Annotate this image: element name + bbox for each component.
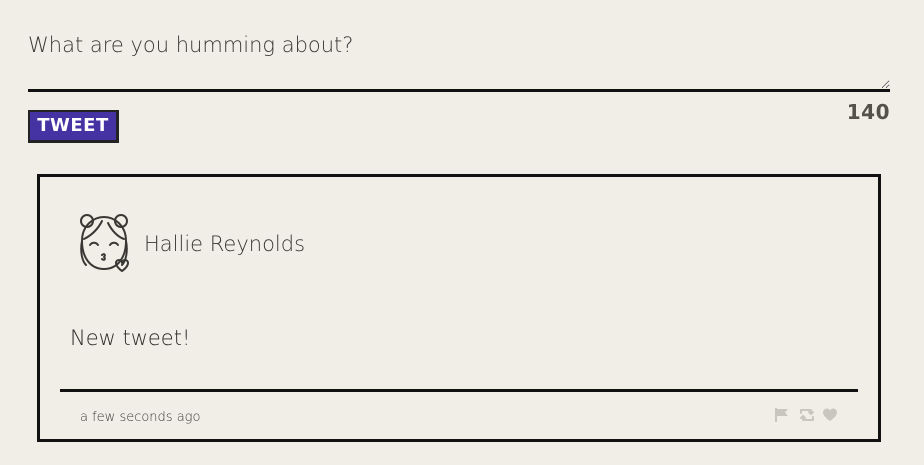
tweet-timestamp: a few seconds ago (80, 410, 201, 425)
flag-icon[interactable] (774, 407, 790, 423)
tweet-text: New tweet! (70, 326, 191, 350)
retweet-icon[interactable] (798, 407, 814, 423)
compose-input[interactable] (28, 26, 890, 92)
tweet-card: Hallie Reynolds New tweet! a few seconds… (37, 174, 881, 442)
author-name: Hallie Reynolds (144, 232, 306, 256)
compose-form: 140 TWEET (28, 26, 890, 143)
tweet-actions (774, 407, 838, 423)
char-counter: 140 (846, 100, 890, 124)
divider (60, 389, 858, 392)
girl-kiss-avatar-icon (74, 211, 134, 277)
tweet-button[interactable]: TWEET (28, 110, 119, 143)
heart-icon[interactable] (822, 407, 838, 423)
